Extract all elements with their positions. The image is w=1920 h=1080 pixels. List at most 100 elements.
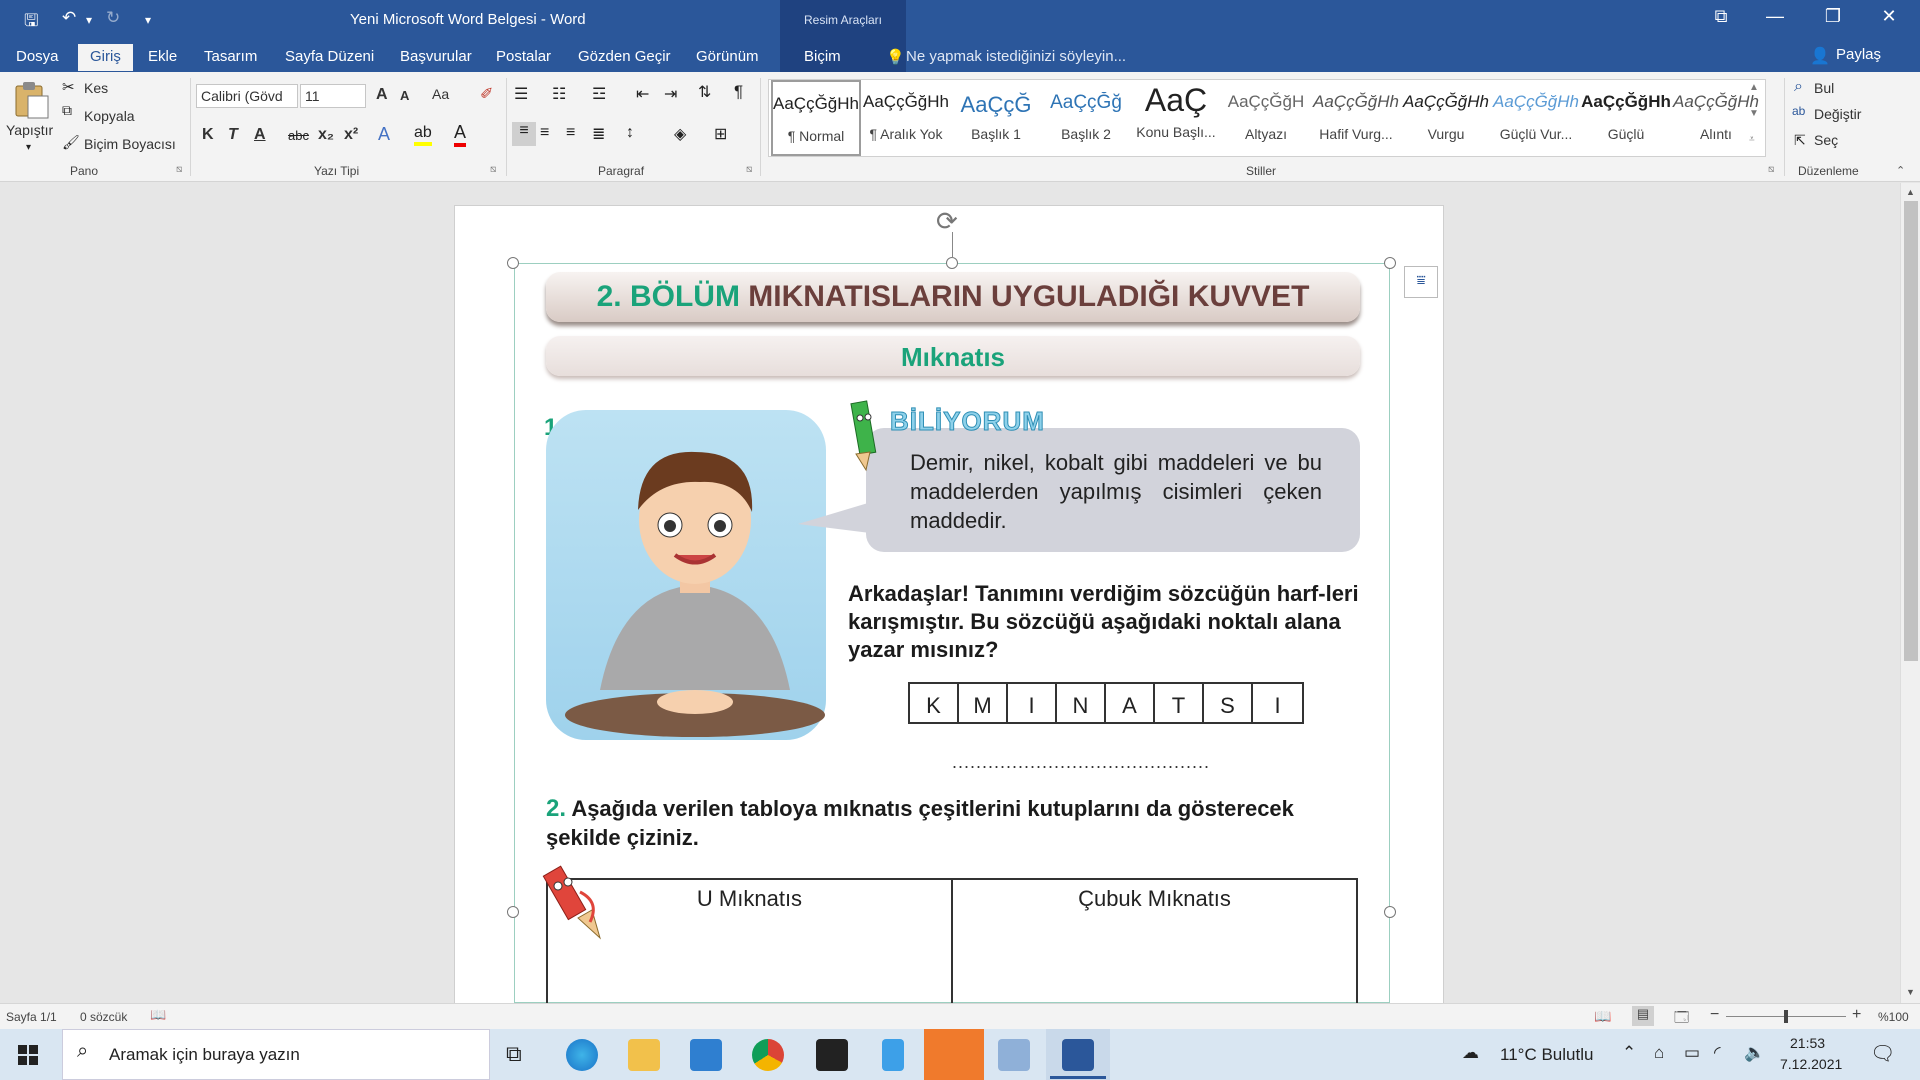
zoom-level[interactable]: %100 (1878, 1010, 1909, 1024)
maximize-button[interactable]: ❐ (1810, 6, 1856, 27)
bullets-icon[interactable]: ☰ (514, 84, 528, 104)
collapse-ribbon-icon[interactable]: ⌃ (1896, 164, 1905, 177)
clock-date[interactable]: 7.12.2021 (1780, 1056, 1842, 1072)
phone-app-icon[interactable] (882, 1039, 904, 1071)
search-icon[interactable]: ⌕ (1794, 78, 1803, 96)
file-explorer-icon[interactable] (628, 1039, 660, 1071)
subscript-button[interactable]: x₂ (318, 126, 334, 144)
replace-button[interactable]: Değiştir (1814, 106, 1861, 122)
font-color-icon[interactable]: A (454, 122, 467, 147)
word-taskbar-button[interactable] (1046, 1029, 1110, 1080)
find-button[interactable]: Bul (1814, 80, 1834, 96)
tab-layout[interactable]: Sayfa Düzeni (285, 48, 374, 65)
shrink-font-button[interactable]: A (400, 88, 409, 103)
cursor-icon[interactable]: ⇱ (1794, 132, 1806, 149)
paste-button[interactable]: Yapıştır (6, 122, 53, 138)
tab-format[interactable]: Biçim (804, 48, 841, 65)
style-heading-2[interactable]: AaÇçĞğ Başlık 2 (1041, 80, 1131, 156)
tab-insert[interactable]: Ekle (148, 48, 177, 65)
tab-mailings[interactable]: Postalar (496, 48, 551, 65)
notification-icon[interactable]: 🗨 (1870, 1041, 1895, 1066)
volume-icon[interactable]: 🔈 (1744, 1043, 1765, 1063)
format-painter-icon[interactable]: 🖌 (62, 134, 80, 151)
page-count[interactable]: Sayfa 1/1 (6, 1010, 57, 1024)
styles-launcher-icon[interactable]: ⧅ (1768, 164, 1774, 175)
align-center-icon[interactable]: ≡ (540, 124, 549, 142)
resize-handle[interactable] (1384, 257, 1396, 269)
resize-handle[interactable] (1384, 906, 1396, 918)
tab-file[interactable]: Dosya (16, 48, 59, 65)
edge-icon[interactable] (566, 1039, 598, 1071)
rotate-handle-icon[interactable]: ⟳ (936, 206, 958, 237)
style-title[interactable]: AaÇ Konu Başlı... (1131, 80, 1221, 156)
resize-handle[interactable] (507, 257, 519, 269)
vertical-scrollbar[interactable]: ▲ ▼ (1900, 183, 1920, 1003)
shading-icon[interactable]: ◈ (674, 124, 686, 144)
highlight-icon[interactable]: ab (414, 124, 432, 146)
scroll-up-icon[interactable]: ▲ (1906, 187, 1915, 197)
style-normal[interactable]: AaÇçĞğHh ¶ Normal (771, 80, 861, 156)
superscript-button[interactable]: x² (344, 126, 358, 144)
minimize-button[interactable]: — (1752, 6, 1798, 27)
copy-icon[interactable]: ⧉ (62, 102, 72, 119)
undo-icon[interactable]: ↶ (62, 8, 76, 28)
clipboard-launcher-icon[interactable]: ⧅ (176, 164, 182, 175)
zoom-out-icon[interactable]: − (1710, 1006, 1719, 1024)
task-view-icon[interactable]: ⧉ (506, 1041, 522, 1067)
clock-time[interactable]: 21:53 (1790, 1035, 1825, 1051)
mail-icon[interactable] (690, 1039, 722, 1071)
tell-me-input[interactable]: Ne yapmak istediğinizi söyleyin... (906, 48, 1126, 65)
zoom-slider[interactable] (1726, 1010, 1846, 1023)
print-layout-icon[interactable]: ▤ (1632, 1006, 1654, 1026)
bold-button[interactable]: K (202, 126, 214, 144)
resize-handle[interactable] (946, 257, 958, 269)
align-right-icon[interactable]: ≡ (566, 124, 575, 142)
share-button[interactable]: Paylaş (1836, 46, 1881, 63)
tab-home[interactable]: Giriş (78, 44, 133, 71)
change-case-button[interactable]: Aa (432, 86, 449, 102)
resize-handle[interactable] (507, 906, 519, 918)
style-heading-1[interactable]: AaÇçĞ Başlık 1 (951, 80, 1041, 156)
underline-button[interactable]: A (254, 126, 266, 144)
customize-qat-icon[interactable]: ▾ (145, 13, 151, 27)
battery-icon[interactable]: ▭ (1684, 1043, 1700, 1063)
undo-dropdown-icon[interactable]: ▾ (86, 13, 92, 27)
styles-scroll-up-icon[interactable]: ▲ (1749, 82, 1759, 93)
tab-review[interactable]: Gözden Geçir (578, 48, 671, 65)
replace-icon[interactable]: ab (1792, 104, 1805, 118)
notion-icon[interactable] (816, 1039, 848, 1071)
scroll-thumb[interactable] (1904, 201, 1918, 661)
paste-dropdown-icon[interactable]: ▾ (26, 142, 31, 153)
scissors-icon[interactable]: ✂ (62, 78, 75, 96)
tab-design[interactable]: Tasarım (204, 48, 257, 65)
chrome-icon[interactable] (752, 1039, 784, 1071)
weather-widget[interactable]: 11°C Bulutlu (1500, 1045, 1593, 1065)
style-no-spacing[interactable]: AaÇçĞğHh ¶ Aralık Yok (861, 80, 951, 156)
style-strong[interactable]: AaÇçĞğHh Güçlü (1581, 80, 1671, 156)
windows-start-icon[interactable] (18, 1045, 38, 1065)
tab-references[interactable]: Başvurular (400, 48, 472, 65)
chevron-up-icon[interactable]: ⌃ (1622, 1043, 1636, 1063)
show-marks-icon[interactable]: ¶ (734, 82, 743, 102)
decrease-indent-icon[interactable]: ⇤ (636, 84, 649, 104)
word-count[interactable]: 0 sözcük (80, 1010, 127, 1024)
font-name-field[interactable]: Calibri (Gövd (196, 84, 298, 108)
ribbon-display-icon[interactable]: ⧉ (1698, 6, 1744, 27)
multilevel-list-icon[interactable]: ☲ (592, 84, 606, 104)
grow-font-button[interactable]: A (376, 86, 388, 104)
taskbar-search-box[interactable]: ⌕ Aramak için buraya yazın (62, 1029, 490, 1080)
borders-icon[interactable]: ⊞ (714, 124, 727, 144)
align-left-icon[interactable]: ≡ (512, 122, 536, 146)
clear-formatting-icon[interactable]: ✐ (480, 84, 493, 104)
web-layout-icon[interactable]: 🗔 (1674, 1007, 1689, 1031)
copy-button[interactable]: Kopyala (84, 108, 135, 124)
meet-now-icon[interactable]: ⌂ (1654, 1043, 1664, 1063)
close-button[interactable]: ✕ (1866, 6, 1912, 27)
strikethrough-button[interactable]: abc (288, 128, 309, 143)
select-button[interactable]: Seç (1814, 132, 1838, 148)
cloud-icon[interactable]: ☁ (1462, 1043, 1479, 1063)
save-icon[interactable]: 🖫 (24, 8, 38, 37)
line-spacing-icon[interactable]: ↕ (626, 124, 634, 142)
dex-app-icon[interactable] (924, 1029, 984, 1080)
layout-options-icon[interactable]: ⩸ (1404, 266, 1438, 298)
